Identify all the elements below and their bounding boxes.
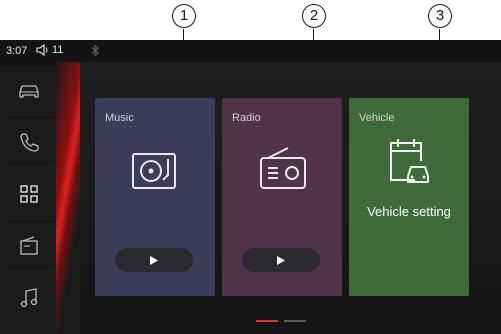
turntable-icon <box>132 153 176 189</box>
play-icon <box>150 255 158 265</box>
radio-card[interactable]: Radio <box>222 98 342 296</box>
vehicle-setting-label: Vehicle setting <box>367 204 451 219</box>
music-play-button[interactable] <box>115 248 193 272</box>
card-title: Vehicle <box>359 112 395 124</box>
status-bar: 3:07 11 <box>0 40 501 62</box>
music-card[interactable]: Music <box>95 98 215 296</box>
sidebar-item-vehicle[interactable] <box>4 66 54 115</box>
radio-icon <box>20 236 38 255</box>
volume-level: 11 <box>52 44 64 56</box>
bluetooth-icon <box>91 44 99 57</box>
radio-play-button[interactable] <box>242 248 320 272</box>
card-title: Radio <box>232 112 261 124</box>
sidebar <box>0 66 56 334</box>
sidebar-item-phone[interactable] <box>4 118 54 167</box>
card-title: Music <box>105 112 134 124</box>
page-indicator-active <box>256 320 278 322</box>
play-icon <box>277 255 285 265</box>
page-indicator-inactive <box>284 320 306 322</box>
sidebar-item-radio[interactable] <box>4 222 54 271</box>
phone-icon <box>20 133 39 152</box>
volume-indicator: 11 <box>36 44 63 56</box>
speaker-icon <box>36 44 48 56</box>
car-icon <box>19 85 39 98</box>
red-accent-stripes <box>56 62 80 334</box>
music-note-icon <box>20 288 38 308</box>
sidebar-item-music[interactable] <box>4 274 54 322</box>
callout-number: 1 <box>172 4 196 28</box>
vehicle-settings-icon <box>390 139 429 183</box>
callout-number: 2 <box>302 4 326 28</box>
sidebar-item-apps[interactable] <box>4 170 54 219</box>
apps-grid-icon <box>20 185 38 203</box>
callout-number: 3 <box>428 4 452 28</box>
vehicle-card[interactable]: Vehicle Vehicle setting <box>349 98 469 296</box>
radio-icon <box>260 147 306 189</box>
clock: 3:07 <box>6 45 28 57</box>
